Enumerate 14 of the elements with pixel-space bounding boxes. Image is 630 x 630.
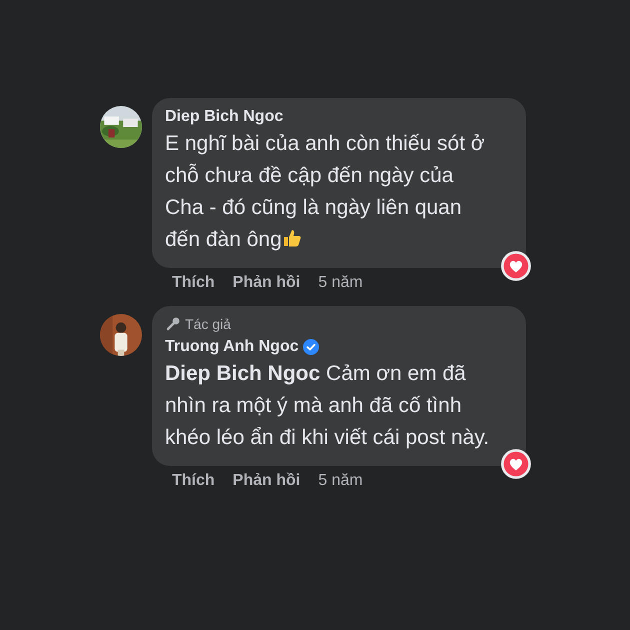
author-label: Tác giả (185, 316, 231, 332)
author-name[interactable]: Truong Anh Ngoc (165, 338, 299, 356)
microphone-icon (165, 316, 181, 332)
comment-action-link[interactable]: Phản hồi (232, 472, 300, 490)
heart-reaction-icon[interactable] (500, 250, 532, 282)
comment-text: E nghĩ bài của anh còn thiếu sót ở chỗ chưa đề cập đến ngày của Cha - đó cũng là ngày liên quan đến đàn ông (165, 131, 486, 253)
heart-reaction-icon[interactable] (500, 448, 532, 480)
comment-time[interactable]: 5 năm (318, 472, 363, 490)
comment-time[interactable]: 5 năm (318, 274, 363, 292)
comment-action-link[interactable]: Thích (172, 274, 215, 292)
comment-action-link[interactable]: Phản hồi (232, 274, 300, 292)
comment-text: Diep Bich Ngoc Cảm ơn em đã nhìn ra một ý mà anh đã cố tình khéo léo ẩn đi khi viết cái post này. (165, 361, 490, 451)
comment-action-link[interactable]: Thích (172, 472, 215, 490)
author-name[interactable]: Diep Bich Ngoc (165, 108, 284, 126)
